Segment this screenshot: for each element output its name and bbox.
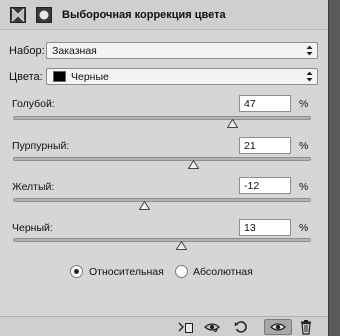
color-swatch (53, 71, 66, 82)
yellow-value-field[interactable]: -12 (239, 177, 291, 194)
percent-sign: % (299, 98, 309, 110)
percent-sign: % (299, 181, 309, 193)
slider-label-magenta: Пурпурный: (12, 140, 70, 152)
cyan-slider-track[interactable] (13, 116, 311, 120)
magenta-slider-thumb[interactable] (187, 159, 200, 169)
bottom-toolbar (0, 316, 328, 336)
relative-radio-label[interactable]: Относительная (89, 266, 164, 278)
toggle-visibility-icon[interactable] (264, 319, 292, 335)
black-slider-track[interactable] (13, 238, 311, 242)
clip-to-layer-icon[interactable] (178, 319, 194, 335)
preset-dropdown[interactable]: Заказная (46, 42, 318, 59)
panel-title: Выборочная коррекция цвета (62, 9, 226, 21)
black-value-field[interactable]: 13 (239, 219, 291, 236)
selective-color-adjustment-icon[interactable] (10, 7, 26, 23)
colors-label: Цвета: (9, 71, 43, 83)
preset-label: Набор: (9, 45, 45, 57)
colors-value: Черные (71, 71, 109, 83)
yellow-slider-track[interactable] (13, 198, 311, 202)
slider-label-black: Черный: (12, 222, 53, 234)
relative-radio[interactable] (70, 265, 83, 278)
panel-scrollbar[interactable] (328, 0, 340, 336)
chevron-updown-icon (306, 70, 313, 83)
slider-label-yellow: Желтый: (12, 181, 55, 193)
magenta-value-field[interactable]: 21 (239, 137, 291, 154)
reset-icon[interactable] (233, 319, 249, 335)
preset-value: Заказная (52, 45, 97, 57)
chevron-updown-icon (306, 44, 313, 57)
absolute-radio-label[interactable]: Абсолютная (193, 266, 253, 278)
black-slider-thumb[interactable] (175, 240, 188, 250)
adjustments-panel: Выборочная коррекция цвета Набор: Заказн… (0, 0, 328, 336)
view-previous-state-icon[interactable] (204, 319, 220, 335)
slider-label-cyan: Голубой: (12, 98, 55, 110)
percent-sign: % (299, 222, 309, 234)
magenta-slider-track[interactable] (13, 157, 311, 161)
colors-dropdown[interactable]: Черные (46, 68, 318, 85)
absolute-radio[interactable] (175, 265, 188, 278)
panel-header: Выборочная коррекция цвета (0, 0, 328, 30)
delete-icon[interactable] (298, 319, 314, 335)
yellow-slider-thumb[interactable] (138, 200, 151, 210)
radio-selected-dot (74, 269, 79, 274)
layer-mask-icon[interactable] (36, 7, 52, 23)
cyan-value-field[interactable]: 47 (239, 95, 291, 112)
cyan-slider-thumb[interactable] (226, 118, 239, 128)
percent-sign: % (299, 140, 309, 152)
